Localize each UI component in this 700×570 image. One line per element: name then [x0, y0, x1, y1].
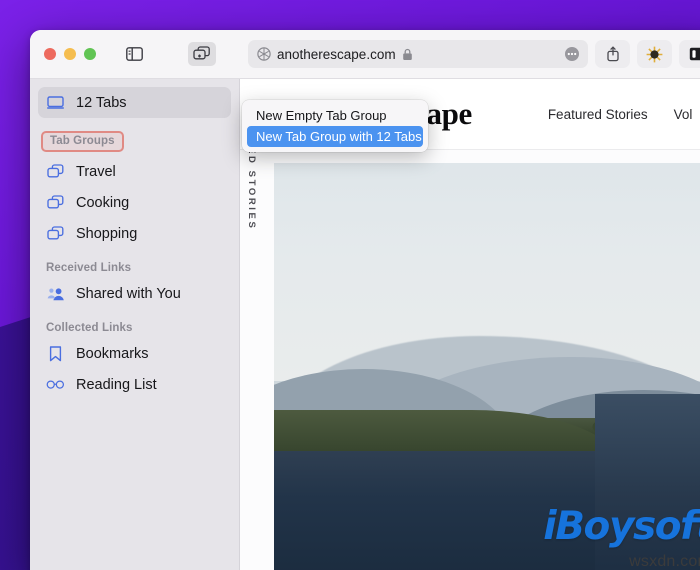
- browser-toolbar: anotherescape.com: [30, 30, 700, 79]
- share-button[interactable]: [595, 40, 630, 68]
- window-traffic-lights: [44, 48, 96, 60]
- tab-overview-button[interactable]: [679, 40, 700, 68]
- sidebar-item-cooking[interactable]: Cooking: [38, 187, 231, 218]
- safari-window: anotherescape.com: [30, 30, 700, 570]
- sidebar-heading-collected-links: Collected Links: [46, 322, 239, 334]
- toolbar-left-section: [30, 30, 240, 78]
- menu-item-new-tab-group-with-tabs[interactable]: New Tab Group with 12 Tabs: [247, 126, 423, 147]
- sidebar-item-label: Shopping: [76, 226, 137, 242]
- sidebar-item-reading-list[interactable]: Reading List: [38, 369, 231, 400]
- privacy-shield-icon: [257, 47, 271, 61]
- tab-group-icon: [46, 164, 65, 179]
- glasses-icon: [46, 379, 65, 390]
- tab-group-icon: [46, 226, 65, 241]
- extension-button[interactable]: [637, 40, 672, 68]
- shared-people-icon: [46, 287, 65, 301]
- sidebar-section-received-links: Received Links Shared with You: [30, 262, 239, 309]
- url-text: anotherescape.com: [277, 47, 396, 62]
- sidebar-item-label: Cooking: [76, 195, 129, 211]
- sidebar-heading-tab-groups: Tab Groups: [41, 131, 124, 152]
- window-tabs-icon: [46, 96, 65, 109]
- lock-icon: [402, 48, 413, 61]
- share-icon: [606, 46, 620, 62]
- desktop-background: anotherescape.com: [0, 0, 700, 570]
- menu-item-new-empty-tab-group[interactable]: New Empty Tab Group: [247, 105, 423, 126]
- address-bar[interactable]: anotherescape.com: [248, 40, 588, 68]
- article-section: FEATURED STORIES: [240, 150, 700, 570]
- sidebar-item-shopping[interactable]: Shopping: [38, 218, 231, 249]
- extension-starburst-icon: [646, 46, 663, 63]
- sidebar-item-label: Travel: [76, 164, 116, 180]
- browser-sidebar: 12 Tabs Tab Groups Travel: [30, 79, 240, 570]
- source-watermark: wsxdn.com: [629, 553, 700, 570]
- new-tab-group-dropdown-menu: New Empty Tab Group New Tab Group with 1…: [242, 100, 428, 152]
- sidebar-item-label: 12 Tabs: [76, 95, 127, 111]
- more-ellipsis-icon[interactable]: [564, 46, 580, 62]
- sidebar-heading-received-links: Received Links: [46, 262, 239, 274]
- sidebar-toggle-button[interactable]: [120, 42, 148, 66]
- iboysoft-watermark: iBoysoft: [543, 504, 700, 549]
- tab-group-icon: [46, 195, 65, 210]
- hero-photo: iBoysoft wsxdn.com: [274, 163, 700, 570]
- sidebar-section-tab-groups: Tab Groups Travel: [30, 118, 239, 249]
- sidebar-item-travel[interactable]: Travel: [38, 156, 231, 187]
- nav-link-volumes[interactable]: Vol: [674, 107, 693, 122]
- vertical-label-column: FEATURED STORIES: [240, 150, 274, 570]
- sidebar-toggle-icon: [126, 47, 143, 61]
- new-tab-group-button[interactable]: [188, 42, 216, 66]
- tab-overview-icon: [689, 47, 700, 61]
- window-body: 12 Tabs Tab Groups Travel: [30, 79, 700, 570]
- sidebar-item-12-tabs[interactable]: 12 Tabs: [38, 87, 231, 118]
- sidebar-item-bookmarks[interactable]: Bookmarks: [38, 338, 231, 369]
- nav-link-featured-stories[interactable]: Featured Stories: [548, 107, 648, 122]
- bookmark-icon: [46, 346, 65, 362]
- sidebar-item-label: Shared with You: [76, 286, 181, 302]
- site-navigation: Featured Stories Vol: [548, 107, 693, 122]
- sidebar-section-collected-links: Collected Links Bookmarks: [30, 322, 239, 400]
- zoom-window-button[interactable]: [84, 48, 96, 60]
- hero-photo-container: iBoysoft wsxdn.com: [274, 150, 700, 570]
- minimize-window-button[interactable]: [64, 48, 76, 60]
- sidebar-item-shared-with-you[interactable]: Shared with You: [38, 278, 231, 309]
- featured-stories-vertical-label: FEATURED STORIES: [246, 150, 257, 230]
- new-tab-group-icon: [193, 46, 211, 62]
- close-window-button[interactable]: [44, 48, 56, 60]
- sidebar-item-label: Bookmarks: [76, 346, 149, 362]
- toolbar-right-section: anotherescape.com: [240, 30, 700, 78]
- web-content-area: Another Escape Featured Stories Vol FEAT…: [240, 79, 700, 570]
- sidebar-item-label: Reading List: [76, 377, 157, 393]
